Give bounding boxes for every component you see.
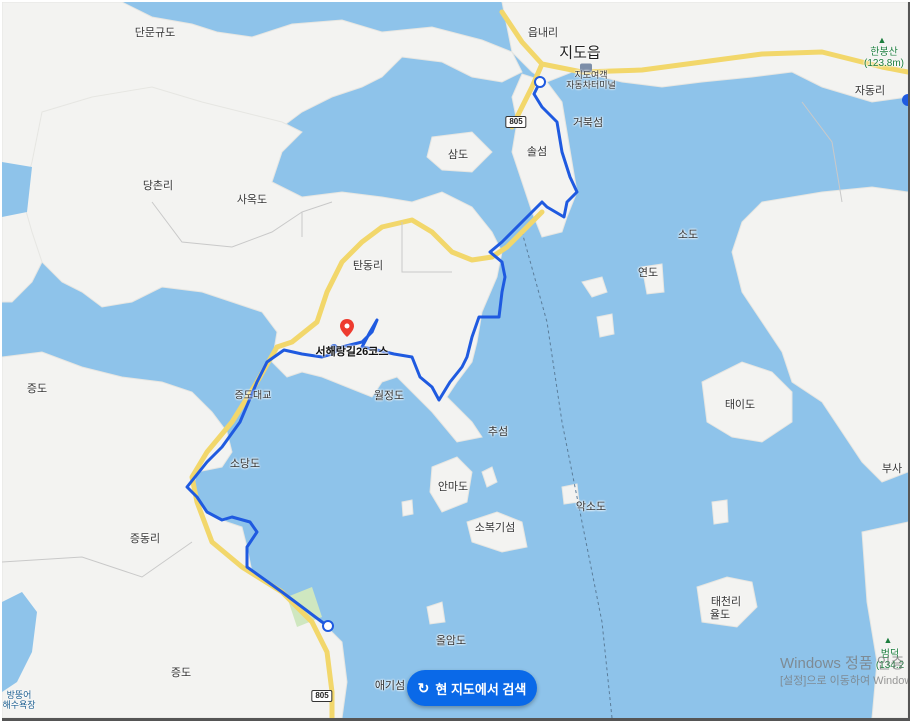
land-islet-2 [581,276,608,298]
label-so-dang-do: 소당도 [229,458,261,470]
mountain-icon: ▲ [877,35,887,45]
label-jido-eup: 지도읍 [559,44,601,62]
route-pin-icon[interactable] [340,319,354,342]
label-tai-do: 태이도 [724,399,756,411]
label-jeungdo-bridge: 증도대교 [234,390,272,402]
land-islet-5 [711,499,729,525]
label-so-do: 소도 [677,229,699,241]
label-eup-nae-ri: 읍내리 [527,27,559,39]
label-hanbongsan: 한봉산 (123.8m) [863,47,905,69]
label-chu-seom: 추섬 [487,426,509,438]
label-wol-jeong-do: 월정도 [373,390,405,402]
road-minor-3 [801,101,843,203]
road-branch [489,209,545,260]
label-dan-mun-gyu-do: 단문규도 [134,27,176,39]
label-jeung-do-south: 증도 [170,667,192,679]
map-canvas[interactable]: 단문규도 읍내리 지도읍 지도여객 자동차터미널 ▲ 한봉산 (123.8m) … [2,2,910,721]
mountain-icon-beomdeok: ▲ [883,635,893,645]
label-bangdeung-beach: 방뚱어 해수욕장 [2,690,36,710]
label-so-bok-gi-seom: 소복기섬 [474,522,516,534]
label-yul-do: 율도 [709,609,731,621]
label-ja-dong-ri: 자동리 [854,85,886,97]
route-name-label[interactable]: 서해랑길26코스 [316,343,389,359]
label-terminal: 지도여객 자동차터미널 [566,70,616,90]
map-basemap [2,2,908,718]
route-shield-805-north: 805 [505,116,527,128]
refresh-icon: ↻ [417,679,430,696]
route-shield-805-south: 805 [311,690,333,702]
label-geobuk-seom: 거북섬 [572,117,604,129]
label-ae-gi-seom: 애기섬 [374,680,406,692]
route-end-marker [322,620,334,632]
land-islet-1 [481,466,498,488]
land-islet-7 [426,601,446,625]
land-east-south [861,521,908,718]
search-here-button[interactable]: ↻ 현 지도에서 검색 [407,670,537,706]
label-bu-sa: 부사 [881,463,903,475]
label-jeung-dong-ri: 증동리 [129,533,161,545]
label-jeung-do-west: 증도 [26,383,48,395]
label-sam-do: 삼도 [447,149,469,161]
windows-watermark-title: Windows 정품 인증 [780,655,905,672]
map-window: 단문규도 읍내리 지도읍 지도여객 자동차터미널 ▲ 한봉산 (123.8m) … [0,0,914,728]
search-here-label: 현 지도에서 검색 [435,681,527,697]
windows-watermark-subtitle: [설정]으로 이동하여 Windows를 정품 인증합니다. [780,675,908,687]
label-yeon-do: 연도 [637,267,659,279]
label-dang-chon-ri: 당촌리 [142,180,174,192]
label-sa-ok-do: 사옥도 [236,194,268,206]
land-islet-6 [401,499,414,517]
label-ol-am-do: 올암도 [435,635,467,647]
label-sol-seom: 솔섬 [526,146,548,158]
ferry-line [521,231,613,718]
label-tan-dong-ri: 탄동리 [352,260,384,272]
land-islet-4 [596,313,615,338]
route-start-marker [534,76,546,88]
label-ak-so-do: 악소도 [575,501,607,513]
label-an-ma-do: 안마도 [437,481,469,493]
